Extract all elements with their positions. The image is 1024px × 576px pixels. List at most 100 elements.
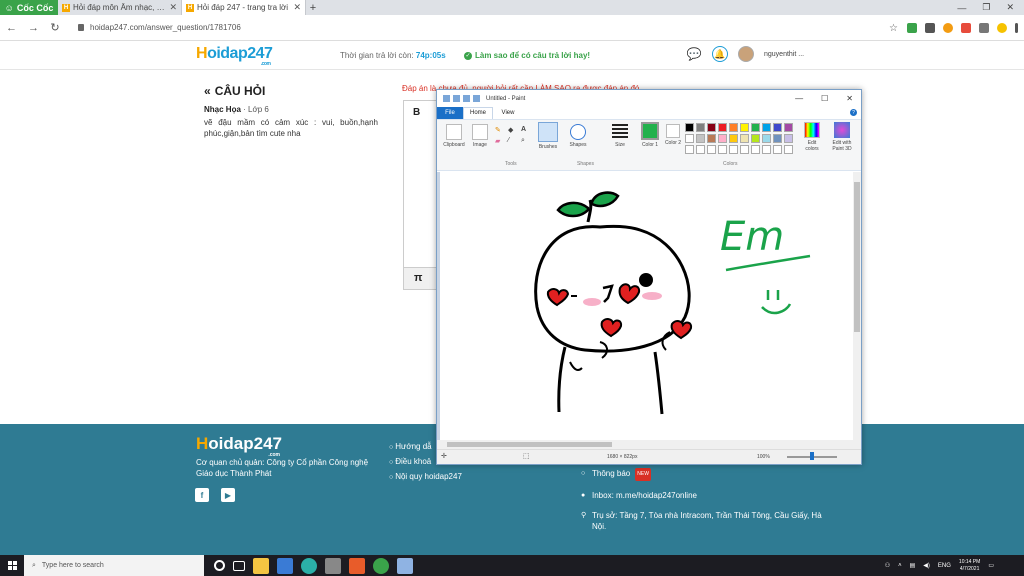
chevron-up-icon[interactable]: ˄ [898,563,902,569]
windows-start-icon[interactable] [0,555,24,576]
palette-swatch[interactable] [729,123,738,132]
back-arrow-icon[interactable]: ← [6,22,17,34]
paint3d-button[interactable]: Edit with Paint 3D [827,122,857,152]
palette-swatch[interactable] [784,145,793,154]
palette-swatch[interactable] [707,134,716,143]
menu-home[interactable]: Home [463,107,493,119]
paint-close-icon[interactable]: ✕ [846,94,853,103]
coccoc-taskbar-icon[interactable] [373,557,389,574]
store-icon[interactable] [325,557,341,574]
browser-menu-icon[interactable] [1015,22,1018,33]
restore-window-icon[interactable]: ❐ [982,2,990,13]
save-icon[interactable] [453,95,460,102]
extension-red-icon[interactable] [961,22,971,33]
edit-colors-button[interactable]: Edit colors [801,122,823,152]
palette-swatch[interactable] [685,134,694,143]
palette-swatch[interactable] [740,123,749,132]
palette-swatch[interactable] [762,145,771,154]
bell-icon[interactable]: 🔔 [712,46,728,62]
network-icon[interactable]: ▤ [910,562,916,569]
size-button[interactable]: Size [609,124,631,148]
magnifier-icon[interactable]: ⌕ [521,137,531,145]
people-icon[interactable]: ⚇ [885,562,890,569]
palette-swatch[interactable] [685,123,694,132]
volume-icon[interactable]: ◀) [923,562,930,569]
chat-icon[interactable]: 💬 [686,46,702,62]
footer-inbox[interactable]: ● Inbox: m.me/hoidap247online [581,490,831,501]
bookmark-star-icon[interactable]: ☆ [889,23,899,34]
palette-swatch[interactable] [784,134,793,143]
palette-swatch[interactable] [773,123,782,132]
bold-button[interactable]: B [413,107,420,118]
taskbar-search[interactable]: ⌕ Type here to search [24,555,204,576]
language-indicator[interactable]: ENG [938,563,951,569]
palette-swatch[interactable] [707,145,716,154]
brushes-button[interactable]: Brushes [536,122,560,150]
palette-swatch[interactable] [718,134,727,143]
eraser-icon[interactable]: ▰ [495,137,505,145]
palette-swatch[interactable] [751,123,760,132]
help-icon[interactable]: ? [850,109,857,116]
palette-swatch[interactable] [773,134,782,143]
palette-swatch[interactable] [751,134,760,143]
cortana-icon[interactable] [214,560,225,571]
edge-icon[interactable] [301,557,317,574]
avatar[interactable] [738,46,754,62]
vertical-scroll-thumb[interactable] [854,182,860,332]
file-explorer-icon[interactable] [253,557,269,574]
palette-swatch[interactable] [729,134,738,143]
palette-swatch[interactable] [740,134,749,143]
horizontal-scrollbar[interactable] [437,440,861,449]
shield-icon[interactable] [349,557,365,574]
footer-logo[interactable]: Hoidap247 .com [196,434,282,458]
palette-swatch[interactable] [696,123,705,132]
color-picker-icon[interactable]: ⁄ [508,137,518,145]
tab-answer[interactable]: H Hỏi đáp 247 - trang tra lời ✕ [182,0,306,15]
palette-swatch[interactable] [762,123,771,132]
color1-button[interactable]: Color 1 [639,122,661,148]
menu-view[interactable]: View [493,110,523,116]
palette-swatch[interactable] [696,145,705,154]
palette-swatch[interactable] [784,123,793,132]
paint-titlebar[interactable]: Untitled - Paint — ☐ ✕ [437,90,861,107]
username[interactable]: nguyenthit ... [764,51,804,58]
footer-link-rules[interactable]: Nội quy hoidap247 [389,470,462,485]
tab-music-qa[interactable]: H Hỏi đáp môn Âm nhạc, Mỹ thuật ✕ [58,0,182,15]
close-tab-icon[interactable]: ✕ [169,2,177,13]
profile-icon[interactable] [997,22,1007,33]
site-logo[interactable]: Hoidap247 .com [196,45,273,67]
new-tab-button[interactable]: + [306,0,320,15]
palette-swatch[interactable] [751,145,760,154]
palette-swatch[interactable] [762,134,771,143]
paint-taskbar-icon[interactable] [397,557,413,574]
download-icon[interactable] [925,22,935,33]
palette-swatch[interactable] [707,123,716,132]
drawing-canvas[interactable]: Em [440,172,853,440]
paint-maximize-icon[interactable]: ☐ [821,94,828,103]
forward-arrow-icon[interactable]: → [28,22,39,34]
mail-icon[interactable] [277,557,293,574]
pencil-icon[interactable]: ✎ [495,126,505,134]
youtube-icon[interactable]: ▶ [221,488,235,502]
palette-swatch[interactable] [685,145,694,154]
facebook-icon[interactable]: f [195,488,209,502]
close-window-icon[interactable]: ✕ [1006,2,1014,13]
zoom-slider-knob[interactable] [810,452,814,460]
extension-green-icon[interactable] [907,22,917,33]
howto-link[interactable]: ✓ Làm sao để có câu trả lời hay! [464,51,590,60]
minimize-window-icon[interactable]: — [957,3,966,13]
notifications-icon[interactable]: ▭ [988,562,994,569]
palette-swatch[interactable] [718,145,727,154]
palette-swatch[interactable] [729,145,738,154]
close-tab-icon[interactable]: ✕ [293,2,301,13]
double-chevron-left-icon[interactable]: « [204,84,211,98]
horizontal-scroll-thumb[interactable] [447,442,612,447]
clipboard-button[interactable]: Clipboard [441,124,467,148]
paint-app-icon[interactable] [443,95,450,102]
paint-minimize-icon[interactable]: — [795,94,803,103]
palette-swatch[interactable] [718,123,727,132]
extensions-puzzle-icon[interactable] [979,22,989,33]
redo-icon[interactable] [473,95,480,102]
task-view-icon[interactable] [233,560,245,571]
coccoc-menu-button[interactable]: ☺ Cốc Cốc [0,0,58,15]
